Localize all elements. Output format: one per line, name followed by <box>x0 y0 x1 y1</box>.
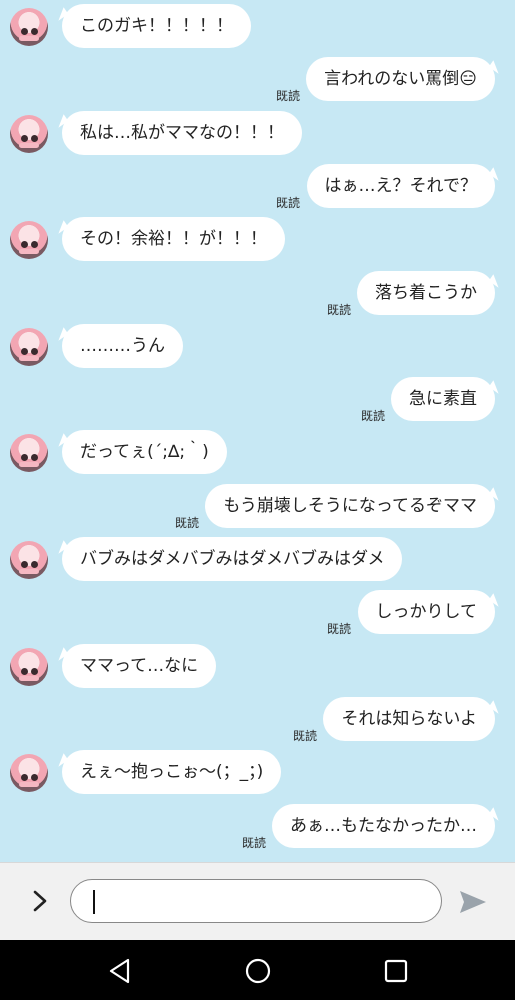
avatar[interactable] <box>10 221 48 260</box>
send-icon[interactable] <box>458 889 488 915</box>
read-receipt: 既読 <box>293 728 318 743</box>
message-bubble[interactable]: 私は…私がママなの！！！ <box>62 110 302 155</box>
message-bubble[interactable]: だってぇ(´;∆;｀) <box>62 430 227 475</box>
incoming-message: だってぇ(´;∆;｀) <box>0 430 515 484</box>
read-receipt: 既読 <box>327 302 352 317</box>
read-receipt: 既読 <box>242 835 267 850</box>
message-bubble[interactable]: あぁ…もたなかったか… <box>272 803 495 848</box>
message-input[interactable] <box>70 879 442 923</box>
incoming-message: 私は…私がママなの！！！ <box>0 110 515 165</box>
home-circle-icon[interactable] <box>243 956 273 986</box>
outgoing-message: 急に素直 既読 <box>0 377 515 431</box>
avatar[interactable] <box>10 8 48 46</box>
incoming-message: バブみはダメバブみはダメバブみはダメ <box>0 537 515 591</box>
avatar[interactable] <box>10 327 48 366</box>
outgoing-message: もう崩壊しそうになってるぞママ 既読 <box>0 483 515 538</box>
message-bubble[interactable]: ………うん <box>62 323 183 368</box>
outgoing-message: それは知らないよ 既読 <box>0 696 515 751</box>
outgoing-message: あぁ…もたなかったか… 既読 <box>0 803 515 858</box>
text-caret <box>93 890 95 914</box>
outgoing-message: しっかりして 既読 <box>0 590 515 644</box>
message-bubble[interactable]: その！余裕！！が！！！ <box>62 217 285 262</box>
incoming-message: ママって…なに <box>0 643 515 698</box>
outgoing-message: はぁ…え？それで？ 既読 <box>0 163 515 218</box>
recents-square-icon[interactable] <box>381 956 411 986</box>
message-bubble[interactable]: 落ち着こうか <box>357 270 495 315</box>
message-bubble[interactable]: ママって…なに <box>62 643 217 688</box>
avatar[interactable] <box>10 754 48 793</box>
message-bubble[interactable]: それは知らないよ <box>323 696 495 741</box>
message-bubble[interactable]: もう崩壊しそうになってるぞママ <box>205 483 495 528</box>
avatar[interactable] <box>10 647 48 686</box>
message-bubble[interactable]: えぇ〜抱っこぉ〜(；_；) <box>62 750 282 795</box>
message-bubble[interactable]: このガキ！！！！！ <box>62 4 251 48</box>
read-receipt: 既読 <box>276 195 301 210</box>
read-receipt: 既読 <box>276 89 301 104</box>
message-bubble[interactable]: 急に素直 <box>391 377 495 422</box>
outgoing-message: 落ち着こうか 既読 <box>0 270 515 325</box>
message-bubble[interactable]: バブみはダメバブみはダメバブみはダメ <box>62 537 403 581</box>
incoming-message: えぇ〜抱っこぉ〜(；_；) <box>0 750 515 804</box>
message-bubble[interactable]: 言われのない罵倒😑 <box>306 57 495 102</box>
avatar[interactable] <box>10 114 48 153</box>
incoming-message: その！余裕！！が！！！ <box>0 217 515 271</box>
read-receipt: 既読 <box>361 409 386 424</box>
read-receipt: 既読 <box>327 622 352 637</box>
system-nav-bar <box>0 940 515 1000</box>
message-bubble[interactable]: はぁ…え？それで？ <box>306 163 495 208</box>
incoming-message: このガキ！！！！！ <box>0 4 515 58</box>
avatar[interactable] <box>10 541 48 579</box>
read-receipt: 既読 <box>175 515 200 530</box>
avatar[interactable] <box>10 434 48 473</box>
incoming-message: ………うん <box>0 323 515 378</box>
chevron-right-icon[interactable] <box>26 887 54 915</box>
chat-area[interactable]: このガキ！！！！！ 言われのない罵倒😑 既読 私は…私がママなの！！！ はぁ…え？それで… <box>0 0 515 862</box>
input-bar <box>0 862 515 941</box>
message-bubble[interactable]: しっかりして <box>357 590 495 635</box>
back-triangle-icon[interactable] <box>106 956 136 986</box>
outgoing-message: 言われのない罵倒😑 既読 <box>0 57 515 111</box>
